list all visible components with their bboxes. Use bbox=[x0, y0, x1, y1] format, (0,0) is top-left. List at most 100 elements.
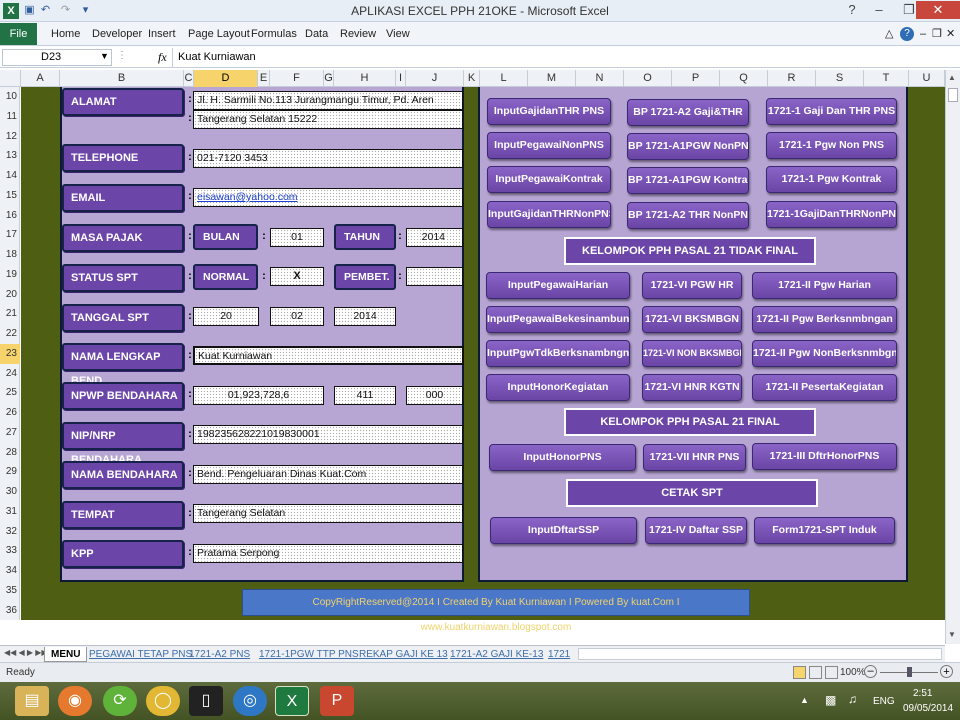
column-header[interactable]: R bbox=[768, 70, 816, 87]
row-header[interactable]: 19 bbox=[0, 265, 20, 285]
bulan-cell[interactable]: 01 bbox=[270, 228, 324, 247]
name-box-dropdown-icon[interactable]: ▼ bbox=[100, 51, 109, 61]
page-layout-view-icon[interactable] bbox=[809, 666, 822, 679]
column-header[interactable]: B bbox=[60, 70, 184, 87]
1721-iv-daftar-ssp-button[interactable]: 1721-IV Daftar SSP bbox=[645, 517, 747, 544]
alamat-line2-cell[interactable]: Tangerang Selatan 15222 bbox=[193, 110, 463, 129]
firefox-icon[interactable]: ◉ bbox=[58, 686, 92, 716]
1721-1-gaji-thr-nonpns-button[interactable]: 1721-1GajiDanTHRNonPNS bbox=[766, 201, 897, 228]
input-pegawai-harian-button[interactable]: InputPegawaiHarian bbox=[486, 272, 630, 299]
network-icon[interactable]: ▩ bbox=[825, 693, 836, 707]
help-icon[interactable]: ? bbox=[842, 1, 862, 19]
normal-check-cell[interactable]: X bbox=[270, 267, 324, 286]
tab-data[interactable]: Data bbox=[305, 26, 328, 42]
bp-1721-a2-thr-nonpns-button[interactable]: BP 1721-A2 THR NonPNS bbox=[627, 202, 749, 229]
column-header[interactable]: Q bbox=[720, 70, 768, 87]
1721-1-pgw-kontrak-button[interactable]: 1721-1 Pgw Kontrak bbox=[766, 166, 897, 193]
tanggal-day-cell[interactable]: 20 bbox=[193, 307, 259, 326]
column-header[interactable]: M bbox=[528, 70, 576, 87]
telephone-cell[interactable]: 021-7120 3453 bbox=[193, 149, 463, 168]
minimize-button[interactable]: – bbox=[864, 1, 894, 19]
scroll-up-icon[interactable]: ▲ bbox=[948, 73, 956, 82]
scroll-down-icon[interactable]: ▼ bbox=[948, 630, 956, 639]
mobile-app-icon[interactable]: ▯ bbox=[189, 686, 223, 716]
tab-view[interactable]: View bbox=[386, 26, 410, 42]
zoom-level[interactable]: 100% bbox=[840, 667, 866, 678]
column-header[interactable]: A bbox=[21, 70, 60, 87]
tab-insert[interactable]: Insert bbox=[148, 26, 176, 42]
powerpoint-taskbar-icon[interactable]: P bbox=[320, 686, 354, 716]
sheet-nav-first-icon[interactable]: ◀◀ ◀ ▶ ▶▶ bbox=[4, 648, 48, 657]
1721-vi-hnr-kgtn-button[interactable]: 1721-VI HNR KGTN bbox=[642, 374, 742, 401]
clock-time[interactable]: 2:51 bbox=[913, 688, 932, 699]
row-header[interactable]: 26 bbox=[0, 403, 20, 423]
row-header[interactable]: 11 bbox=[0, 107, 20, 127]
npwp-part1-cell[interactable]: 01,923,728,6 bbox=[193, 386, 324, 405]
column-header[interactable]: G bbox=[324, 70, 334, 87]
tahun-cell[interactable]: 2014 bbox=[406, 228, 463, 247]
column-header[interactable]: H bbox=[334, 70, 396, 87]
column-header[interactable]: U bbox=[909, 70, 945, 87]
zoom-in-icon[interactable]: + bbox=[940, 665, 953, 678]
sheet-tab-1721-1pgw-ttp-pns[interactable]: 1721-1PGW TTP PNS bbox=[253, 647, 365, 662]
1721-iii-dftr-honor-pns-button[interactable]: 1721-III DftrHonorPNS bbox=[752, 443, 897, 470]
row-header[interactable]: 27 bbox=[0, 423, 20, 443]
row-header[interactable]: 29 bbox=[0, 462, 20, 482]
sheet-tab-pegawai-tetap-pns[interactable]: PEGAWAI TETAP PNS bbox=[83, 647, 198, 662]
row-header[interactable]: 20 bbox=[0, 285, 20, 305]
1721-vii-hnr-pns-button[interactable]: 1721-VII HNR PNS bbox=[643, 444, 746, 471]
row-header[interactable]: 15 bbox=[0, 186, 20, 206]
tab-developer[interactable]: Developer bbox=[92, 26, 142, 42]
excel-taskbar-icon[interactable]: X bbox=[275, 686, 309, 716]
input-dftar-ssp-button[interactable]: InputDftarSSP bbox=[490, 517, 637, 544]
row-header[interactable]: 28 bbox=[0, 443, 20, 463]
row-header[interactable]: 32 bbox=[0, 522, 20, 542]
sheet-tab-1721-a2-pns[interactable]: 1721-A2 PNS bbox=[183, 647, 256, 662]
input-pegawai-non-pns-button[interactable]: InputPegawaiNonPNS bbox=[487, 132, 611, 159]
input-gaji-thr-pns-button[interactable]: InputGajidanTHR PNS bbox=[487, 98, 611, 125]
column-header[interactable]: L bbox=[480, 70, 528, 87]
row-header[interactable]: 34 bbox=[0, 561, 20, 581]
scroll-thumb[interactable] bbox=[948, 88, 958, 102]
sheet-tab-menu[interactable]: MENU bbox=[44, 647, 88, 662]
column-header[interactable]: K bbox=[464, 70, 480, 87]
bp-1721-a2-gaji-thr-button[interactable]: BP 1721-A2 Gaji&THR bbox=[627, 99, 749, 126]
input-honor-pns-button[interactable]: InputHonorPNS bbox=[489, 444, 636, 471]
file-explorer-icon[interactable]: ▤ bbox=[15, 686, 49, 716]
npwp-part3-cell[interactable]: 000 bbox=[406, 386, 463, 405]
column-header[interactable]: O bbox=[624, 70, 672, 87]
alamat-line1-cell[interactable]: Jl. H. Sarmili No.113 Jurangmangu Timur,… bbox=[193, 91, 463, 110]
input-pgw-tdk-berksnambngn-button[interactable]: InputPgwTdkBerksnambngn bbox=[486, 340, 630, 367]
nip-cell[interactable]: 198235628221019830001 bbox=[193, 425, 463, 444]
row-header[interactable]: 24 bbox=[0, 364, 20, 384]
tanggal-year-cell[interactable]: 2014 bbox=[334, 307, 396, 326]
input-honor-kegiatan-button[interactable]: InputHonorKegiatan bbox=[486, 374, 630, 401]
bp-1721-a1-pgw-kontrak-button[interactable]: BP 1721-A1PGW Kontrak bbox=[627, 167, 749, 194]
workbook-close-icon[interactable]: ✕ bbox=[946, 26, 955, 42]
tab-review[interactable]: Review bbox=[340, 26, 376, 42]
tanggal-month-cell[interactable]: 02 bbox=[270, 307, 324, 326]
1721-1-pgw-non-pns-button[interactable]: 1721-1 Pgw Non PNS bbox=[766, 132, 897, 159]
workbook-restore-icon[interactable]: ❐ bbox=[932, 26, 942, 42]
row-header[interactable]: 14 bbox=[0, 166, 20, 186]
language-indicator[interactable]: ENG bbox=[873, 696, 895, 707]
formula-input[interactable]: Kuat Kurniawan bbox=[172, 48, 958, 67]
row-header[interactable]: 12 bbox=[0, 127, 20, 147]
pembetulan-cell[interactable] bbox=[406, 267, 463, 286]
zoom-out-icon[interactable]: – bbox=[864, 665, 877, 678]
row-header[interactable]: 31 bbox=[0, 502, 20, 522]
vertical-scrollbar[interactable]: ▲ ▼ bbox=[945, 70, 960, 644]
zoom-slider-thumb[interactable] bbox=[907, 667, 912, 677]
tempat-cell[interactable]: Tangerang Selatan bbox=[193, 504, 463, 523]
row-header[interactable]: 16 bbox=[0, 206, 20, 226]
green-app-icon[interactable]: ⟳ bbox=[103, 686, 137, 716]
row-header[interactable]: 17 bbox=[0, 225, 20, 245]
1721-ii-peserta-kegiatan-button[interactable]: 1721-II PesertaKegiatan bbox=[752, 374, 897, 401]
row-header[interactable]: 25 bbox=[0, 383, 20, 403]
browser-app-icon[interactable]: ◎ bbox=[233, 686, 267, 716]
column-header[interactable]: D bbox=[194, 70, 258, 87]
kpp-cell[interactable]: Pratama Serpong bbox=[193, 544, 463, 563]
tab-home[interactable]: Home bbox=[51, 26, 80, 42]
row-header[interactable]: 36 bbox=[0, 601, 20, 621]
normal-view-icon[interactable] bbox=[793, 666, 806, 679]
